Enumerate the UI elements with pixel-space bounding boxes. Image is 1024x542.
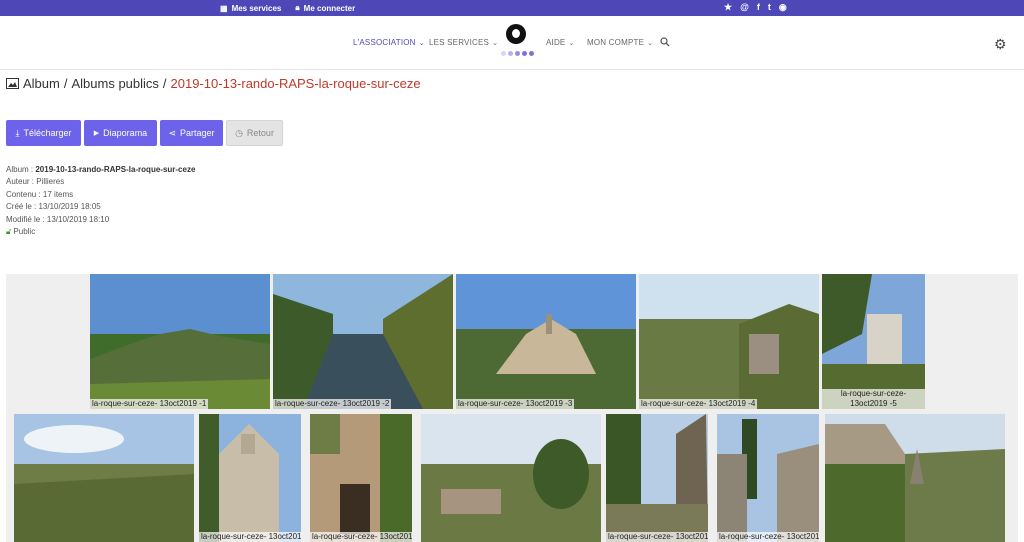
breadcrumb-separator: / [162,76,167,91]
breadcrumb-current: 2019-10-13-rando-RAPS-la-roque-sur-ceze [170,76,421,91]
photo-thumbnail[interactable] [825,414,1005,542]
photo-caption: la-roque-sur-ceze- 13oct2019 -5 [822,389,925,409]
chevron-down-icon: ⌄ [418,39,425,47]
download-button[interactable]: ⤓ Télécharger [6,120,81,146]
my-services-link[interactable]: ▦ Mes services [220,3,281,13]
logo-dots [501,51,534,56]
share-icon: ⋖ [168,127,176,138]
album-modified-date: Modifié le : 13/10/2019 18:10 [6,214,110,224]
photo-caption: la-roque-sur-ceze- 13oct2019 -1 [90,399,209,409]
lock-icon: 🔒︎ [295,3,300,12]
photo-thumbnail[interactable]: la-roque-sur-ceze- 13oct2019 -2 [273,274,453,409]
album-author: Auteur : Pillieres [6,177,65,187]
logo-mark [506,24,526,44]
photo-image [199,414,301,542]
photo-image [717,414,819,542]
gear-icon[interactable]: ⚙ [994,36,1007,53]
unlock-icon: 🔓︎ [6,227,12,237]
chevron-down-icon: ⌄ [647,39,654,47]
photo-caption: la-roque-sur-ceze- 13oct2019 -3 [456,399,575,409]
grid-icon: ▦ [220,3,228,13]
photo-image [14,414,194,542]
photo-thumbnail[interactable]: la-roque-sur-ceze- 13oct2019 [310,414,412,542]
album-created-date: Créé le : 13/10/2019 18:05 [6,202,101,212]
photo-image [825,414,1005,542]
nav-services[interactable]: LES SERVICES ⌄ [429,38,498,47]
rss-icon[interactable]: ◉ [779,2,787,13]
photo-thumbnail[interactable]: la-roque-sur-ceze- 13oct2019 [199,414,301,542]
album-name-line: Album : 2019-10-13-rando-RAPS-la-roque-s… [6,165,196,174]
photo-thumbnail[interactable] [14,414,194,542]
album-name-value: 2019-10-13-rando-RAPS-la-roque-sur-ceze [35,165,196,174]
photo-caption: la-roque-sur-ceze- 13oct2019 [717,532,819,542]
back-circle-icon: ◷ [235,127,243,138]
photo-thumbnail[interactable]: la-roque-sur-ceze- 13oct2019 -3 [456,274,636,409]
image-icon [6,78,19,89]
chevron-down-icon: ⌄ [492,39,499,47]
photo-thumbnail[interactable]: la-roque-sur-ceze- 13oct2019 [606,414,708,542]
breadcrumb: Album / Albums publics / 2019-10-13-rand… [6,76,421,91]
share-button[interactable]: ⋖ Partager [160,120,223,146]
photo-image [606,414,708,542]
photo-thumbnail[interactable] [421,414,601,542]
download-icon: ⤓ [15,127,20,138]
nav-help[interactable]: AIDE ⌄ [546,38,575,47]
nav-account[interactable]: MON COMPTE ⌄ [587,38,653,47]
login-link[interactable]: 🔒︎ Me connecter [295,3,355,13]
album-content-count: Contenu : 17 items [6,189,74,199]
photo-thumbnail[interactable]: la-roque-sur-ceze- 13oct2019 -1 [90,274,270,409]
slideshow-button[interactable]: ▶ Diaporama [84,120,157,146]
back-button[interactable]: ◷ Retour [226,120,283,146]
album-info: Album : 2019-10-13-rando-RAPS-la-roque-s… [6,164,195,238]
breadcrumb-separator: / [63,76,68,91]
photo-caption: la-roque-sur-ceze- 13oct2019 [606,532,708,542]
site-header: L'ASSOCIATION ⌄ LES SERVICES ⌄ AIDE ⌄ MON C… [0,16,1024,70]
top-bar: ▦ Mes services 🔒︎ Me connecter ★ @ f t ◉ [0,0,1024,16]
search-icon[interactable] [660,37,670,47]
facebook-icon[interactable]: f [757,2,760,13]
twitter-icon[interactable]: t [768,2,771,13]
mastodon-icon[interactable]: @ [740,2,749,13]
photo-thumbnail[interactable]: la-roque-sur-ceze- 13oct2019 [717,414,819,542]
photo-thumbnail[interactable]: la-roque-sur-ceze- 13oct2019 -4 [639,274,819,409]
photo-gallery: la-roque-sur-ceze- 13oct2019 -1 la-roque… [6,274,1018,542]
photo-image [456,274,636,409]
photo-caption: la-roque-sur-ceze- 13oct2019 [310,532,412,542]
play-icon: ▶ [93,130,100,137]
breadcrumb-public-albums[interactable]: Albums publics [71,76,158,91]
photo-image [310,414,412,542]
photo-thumbnail[interactable]: la-roque-sur-ceze- 13oct2019 -5 [822,274,925,409]
nav-association[interactable]: L'ASSOCIATION ⌄ [353,38,425,47]
photo-caption: la-roque-sur-ceze- 13oct2019 -2 [273,399,392,409]
breadcrumb-album[interactable]: Album [23,76,60,91]
photo-image [639,274,819,409]
site-logo[interactable] [501,24,534,62]
album-visibility: 🔓︎ Public [6,227,36,237]
photo-caption: la-roque-sur-ceze- 13oct2019 -4 [639,399,758,409]
photo-image [90,274,270,409]
star-icon[interactable]: ★ [724,2,732,13]
photo-image [421,414,601,542]
chevron-down-icon: ⌄ [568,39,575,47]
photo-image [273,274,453,409]
photo-caption: la-roque-sur-ceze- 13oct2019 [199,532,301,542]
